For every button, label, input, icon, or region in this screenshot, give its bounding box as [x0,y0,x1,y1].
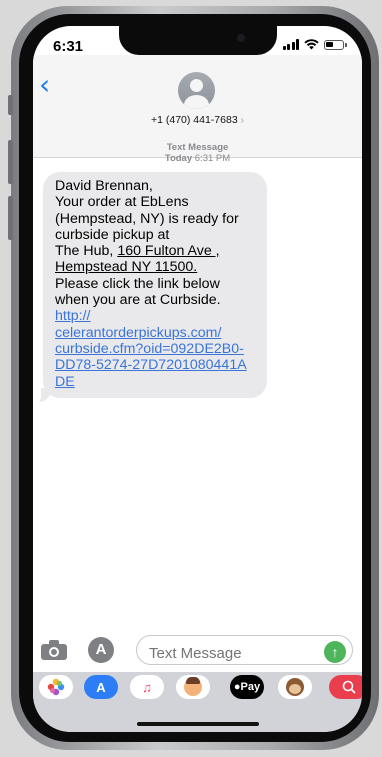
battery-level [326,41,333,47]
incoming-message-bubble: David Brennan, Your order at EbLens (Hem… [43,172,267,398]
service-label: Text Message [166,142,229,153]
memoji-face [184,677,202,696]
wifi-icon [304,39,319,50]
address-link[interactable]: Hempstead NY 11500. [55,259,257,275]
message-line: Please click the link below [55,275,220,292]
message-input[interactable] [136,635,353,665]
notch [119,26,277,55]
volume-up-button [8,140,13,184]
bubble-tail-cut [33,388,41,406]
message-line: curbside pickup at [55,226,170,243]
app-store-icon[interactable]: A [88,637,114,663]
message-line: Your order at EbLens [55,194,189,211]
app-drawer: A ♫ ● Pay [33,672,362,732]
contact-number: +1 (470) 441-7683 [150,114,238,126]
photos-flower [47,678,65,696]
monkey-face [286,678,304,696]
volume-down-button [8,196,13,240]
front-camera [237,34,245,42]
music-icon[interactable]: ♫ [130,675,164,699]
camera-lens [49,647,59,657]
date-label: Today [164,153,193,164]
app-store-icon[interactable]: A [84,675,118,699]
camera-icon[interactable] [41,640,67,660]
pickup-link[interactable]: DD78-5274-27D7201080441A [55,357,257,373]
address-link[interactable]: 160 Fulton Ave , [117,243,219,259]
message-text: The Hub, [55,243,114,260]
avatar-head [190,79,203,92]
contact-name-button[interactable]: +1 (470) 441-7683 › [33,114,362,126]
monkey-animoji-icon[interactable] [278,675,312,699]
composer: A ↑ [33,632,362,666]
signal-icon [282,39,299,50]
apple-pay-label: Pay [240,681,261,693]
status-icons [282,39,347,50]
battery-icon [324,39,347,50]
chevron-right-icon: › [240,115,245,126]
web-search-icon[interactable] [329,675,362,699]
message-line: The Hub, 160 Fulton Ave , [55,243,257,259]
pickup-link[interactable]: http:// [55,308,257,324]
monkey-muzzle [289,684,301,694]
home-indicator[interactable] [137,722,259,726]
phone-screen: 6:31 ‹ +1 (470) 441-7683 › Text Message T… [33,26,362,732]
message-line: David Brennan, [55,178,153,194]
globe-search-glyph [342,680,356,694]
pickup-link[interactable]: DE [55,374,257,390]
contact-avatar[interactable] [178,72,215,109]
mute-switch [8,95,13,115]
time-label: 6:31 PM [194,153,231,164]
message-line: when you are at Curbside. [55,292,221,309]
photos-icon[interactable] [39,675,73,699]
conversation-meta: Text Message Today 6:31 PM [33,142,362,164]
apple-logo-icon: ● [233,681,241,693]
pickup-link[interactable]: curbside.cfm?oid=092DE2B0- [55,341,257,357]
memoji-icon[interactable] [176,675,210,699]
status-time: 6:31 [53,38,84,55]
avatar-body [184,95,209,109]
memoji-hair [186,677,200,684]
pickup-link[interactable]: celerantorderpickups.com/ [55,325,257,341]
apple-pay-icon[interactable]: ● Pay [230,675,264,699]
arrow-up-icon[interactable]: ↑ [324,641,346,663]
chevron-left-icon[interactable]: ‹ [39,71,50,99]
message-line: (Hempstead, NY) is ready for [55,210,239,227]
